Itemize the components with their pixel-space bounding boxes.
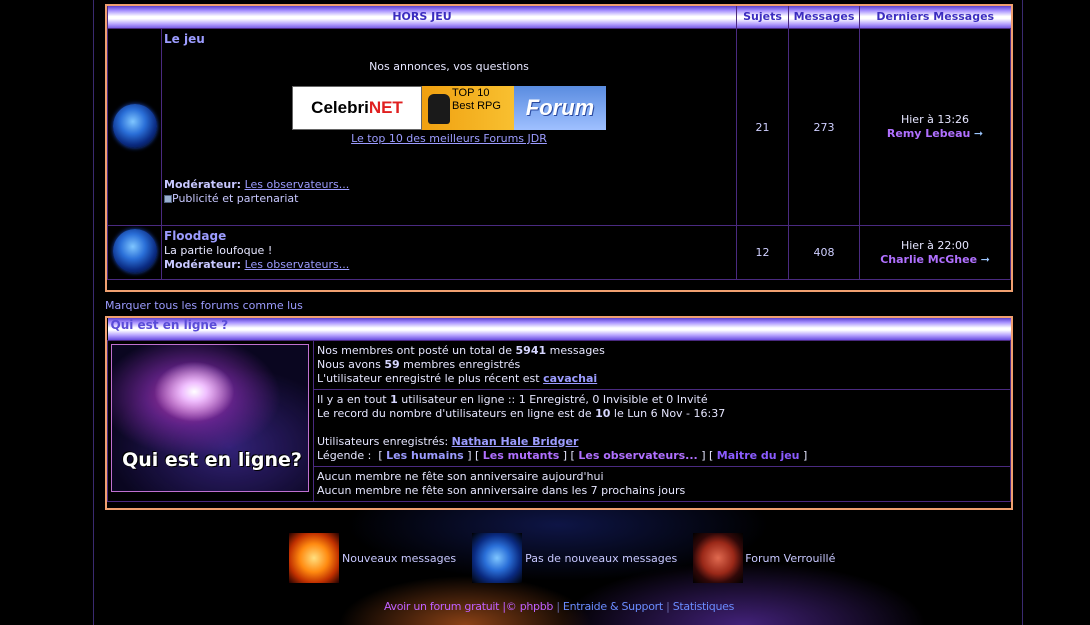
forum-status-cell [107, 28, 162, 226]
no-new-messages-icon [112, 103, 157, 148]
newest-member-link[interactable]: cavachai [543, 372, 597, 385]
forum-locked-icon [693, 533, 744, 583]
last-post-date: Hier à 22:00 [900, 238, 970, 252]
new-messages-icon [289, 533, 339, 583]
celebrinet-banner[interactable]: CelebriNET [292, 86, 422, 130]
forum-table-header: HORS JEU Sujets Messages Derniers Messag… [107, 6, 1011, 29]
forum-status-cell [107, 225, 162, 280]
last-post-user[interactable]: Remy Lebeau [887, 127, 970, 140]
legend-locked: Forum Verrouillé [693, 533, 835, 583]
legend-new-messages: Nouveaux messages [289, 533, 456, 583]
top10-link[interactable]: Le top 10 des meilleurs Forums JDR [351, 132, 547, 145]
posts-count: 273 [788, 28, 860, 226]
last-post-date: Hier à 13:26 [900, 113, 970, 126]
no-new-messages-icon [112, 229, 157, 273]
stats-cell: Nos membres ont posté un total de 5941 m… [313, 339, 1011, 390]
group-mutants-link[interactable]: Les mutants [483, 449, 559, 462]
total-posts: 5941 [515, 343, 547, 357]
no-new-messages-icon [472, 533, 523, 583]
legend-no-new-messages: Pas de nouveaux messages [472, 533, 677, 583]
page-frame: HORS JEU Sujets Messages Derniers Messag… [93, 0, 1023, 625]
free-forum-link[interactable]: Avoir un forum gratuit [384, 600, 500, 613]
online-cell: Il y a en tout 1 utilisateur en ligne ::… [313, 388, 1011, 467]
forum-row-le-jeu: Le jeu Nos annonces, vos questions Celeb… [107, 28, 1011, 226]
member-count: 59 [384, 357, 400, 371]
forum-title-floodage[interactable]: Floodage [164, 229, 226, 243]
moderator-link[interactable]: Les observateurs... [245, 178, 350, 191]
online-record: 10 [595, 406, 611, 420]
stats-link[interactable]: Statistiques [673, 600, 735, 613]
who-online-table: Qui est en ligne ? Qui est en ligne? Nos… [107, 318, 1011, 502]
top10-rpg-banner[interactable]: TOP 10 Best RPG [422, 86, 514, 130]
subforum-line: Publicité et partenariat [164, 192, 734, 206]
partner-banners: CelebriNET TOP 10 Best RPG Forum [164, 86, 734, 130]
header-section: HORS JEU [107, 6, 737, 29]
who-online-header: Qui est en ligne ? [107, 318, 1011, 340]
last-post-cell: Hier à 13:26 Remy Lebeau ➞ [859, 28, 1011, 226]
forum-info-cell: Le jeu Nos annonces, vos questions Celeb… [161, 28, 737, 226]
moderator-label: Modérateur: [164, 178, 242, 191]
group-game-master-link[interactable]: Maitre du jeu [717, 449, 800, 462]
support-link[interactable]: Entraide & Support [563, 600, 663, 613]
header-posts: Messages [788, 6, 860, 29]
phpbb-link[interactable]: © phpbb [506, 600, 554, 613]
online-count: 1 [390, 392, 398, 406]
goto-last-post-icon[interactable]: ➞ [974, 127, 983, 140]
goto-last-post-icon[interactable]: ➞ [981, 253, 990, 266]
cat-icon [428, 94, 450, 124]
moderator-label: Modérateur: [164, 258, 242, 271]
footer: Avoir un forum gratuit |© phpbb | Entrai… [383, 600, 735, 613]
forum-description: Nos annonces, vos questions [369, 60, 529, 73]
subforum-icon [164, 195, 172, 203]
header-last-posts: Derniers Messages [859, 6, 1011, 29]
header-topics: Sujets [736, 6, 789, 29]
who-online-image-cell: Qui est en ligne? [107, 339, 314, 502]
forum-title-le-jeu[interactable]: Le jeu [164, 32, 205, 46]
topics-count: 12 [736, 225, 789, 280]
birthday-week: Aucun membre ne fête son anniversaire da… [317, 483, 686, 497]
last-post-user[interactable]: Charlie McGhee [880, 253, 977, 266]
forum-table: HORS JEU Sujets Messages Derniers Messag… [107, 6, 1011, 280]
forum-category-block: HORS JEU Sujets Messages Derniers Messag… [105, 4, 1013, 292]
birthday-cell: Aucun membre ne fête son anniversaire au… [313, 465, 1011, 502]
forum-banner[interactable]: Forum [514, 86, 606, 130]
topics-count: 21 [736, 28, 789, 226]
icon-legend: Nouveaux messages Pas de nouveaux messag… [289, 532, 851, 584]
last-post-cell: Hier à 22:00 Charlie McGhee ➞ [859, 225, 1011, 280]
posts-count: 408 [788, 225, 860, 280]
birthday-today: Aucun membre ne fête son anniversaire au… [317, 469, 604, 483]
forum-row-floodage: Floodage La partie loufoque ! Modérateur… [107, 225, 1011, 280]
forum-description: La partie loufoque ! [164, 244, 273, 257]
who-online-title: Qui est en ligne ? [110, 318, 229, 332]
moderator-link[interactable]: Les observateurs... [245, 258, 350, 271]
subforum-link[interactable]: Publicité et partenariat [172, 192, 298, 205]
forum-info-cell: Floodage La partie loufoque ! Modérateur… [161, 225, 737, 280]
group-legend: Légende : [ Les humains ] [ Les mutants … [317, 448, 808, 462]
group-observers-link[interactable]: Les observateurs... [578, 449, 697, 462]
nebula-image: Qui est en ligne? [111, 343, 309, 492]
who-online-block: Qui est en ligne ? Qui est en ligne? Nos… [105, 316, 1013, 510]
online-user-link[interactable]: Nathan Hale Bridger [452, 435, 579, 448]
mark-all-read-link[interactable]: Marquer tous les forums comme lus [105, 299, 303, 312]
moderator-line: Modérateur: Les observateurs... [164, 258, 734, 272]
group-humans-link[interactable]: Les humains [386, 449, 464, 462]
moderator-line: Modérateur: Les observateurs... [164, 178, 734, 192]
